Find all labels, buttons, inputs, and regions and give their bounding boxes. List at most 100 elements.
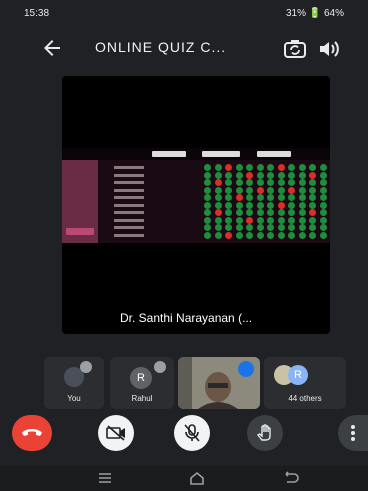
shared-cell-mark [288,164,295,171]
shared-cell-mark [204,216,211,224]
shared-cell-mark [256,201,264,209]
participant-label: Rahul [131,394,153,403]
avatar: R [288,365,308,385]
participant-tile-others[interactable]: R 44 others [264,357,346,409]
back-button[interactable] [40,36,64,60]
shared-table-row [104,216,330,224]
shared-cell-mark [309,216,316,224]
nav-home-button[interactable] [188,470,206,486]
shared-cell-mark [214,179,222,186]
flip-camera-icon [284,40,306,58]
mic-toggle-button[interactable] [174,415,210,451]
shared-cell-mark [309,179,316,186]
shared-cell-mark [235,231,243,239]
shared-cell-mark [235,171,243,179]
shared-cell-mark [309,186,316,194]
shared-cell-mark [214,209,222,216]
shared-cell-mark [225,194,232,201]
audio-output-button[interactable] [317,38,341,60]
shared-cell-mark [256,164,264,171]
shared-cell-mark [277,171,285,179]
shared-cell-mark [319,201,327,209]
shared-cell-mark [298,216,306,224]
shared-row-name [114,218,144,222]
camera-toggle-button[interactable] [98,415,134,451]
shared-table-row [104,194,330,201]
shared-cell-mark [319,194,327,201]
shared-cell-mark [298,231,306,239]
shared-cell-mark [225,186,232,194]
shared-cell-mark [235,194,243,201]
status-time: 15:38 [24,7,50,19]
participant-tile-rahul[interactable]: R Rahul [110,357,174,409]
shared-cell-mark [319,179,327,186]
shared-cell-mark [225,179,232,186]
flip-camera-button[interactable] [283,38,307,60]
shared-cell-mark [298,201,306,209]
arrow-left-icon [44,40,60,56]
mic-off-icon [80,361,92,373]
shared-cell-mark [288,209,295,216]
shared-cell-mark [309,194,316,201]
shared-cell-mark [277,224,285,231]
shared-cell-mark [246,164,253,171]
shared-cell-mark [214,201,222,209]
shared-cell-mark [267,224,274,231]
shared-cell-mark [298,171,306,179]
shared-cell-mark [288,186,295,194]
status-right: 31% 🔋 64% [286,8,344,19]
raise-hand-icon [256,424,271,441]
speaker-icon [320,41,339,57]
shared-field [257,151,291,157]
shared-cell-mark [235,216,243,224]
shared-cell-mark [204,164,211,171]
status-left: 15:38 [24,8,49,19]
raise-hand-button[interactable] [247,415,283,451]
shared-cell-mark [309,171,316,179]
mic-off-icon [154,361,166,373]
nav-back-button[interactable] [282,470,300,486]
shared-table-row [104,164,330,171]
more-options-button[interactable] [338,415,368,451]
shared-cell-mark [214,171,222,179]
avatar-initial: R [137,372,145,384]
meeting-title[interactable]: ONLINE QUIZ C... [95,39,275,55]
shared-cell-mark [267,194,274,201]
main-stage[interactable]: Dr. Santhi Narayanan (... [62,76,330,334]
nav-menu-button[interactable] [96,470,114,486]
shared-cell-mark [288,194,295,201]
control-bar [0,410,368,454]
shared-row-name [114,166,144,169]
shared-cell-mark [277,216,285,224]
shared-cell-mark [225,216,232,224]
shared-cell-mark [288,179,295,186]
shared-cell-mark [235,164,243,171]
participant-tile-video[interactable] [178,357,260,409]
shared-row-name [114,196,144,199]
shared-row-name [114,181,144,184]
shared-cell-mark [277,179,285,186]
shared-cell-mark [246,186,253,194]
shared-cell-mark [225,171,232,179]
shared-cell-mark [204,231,211,239]
shared-cell-mark [214,186,222,194]
shared-cell-mark [225,209,232,216]
shared-row-name [114,188,144,192]
shared-cell-mark [288,231,295,239]
participant-label: 44 others [288,394,322,403]
shared-cell-mark [288,224,295,231]
shared-cell-mark [309,209,316,216]
shared-table-row [104,186,330,194]
participant-tile-you[interactable]: You [44,357,104,409]
more-vertical-icon [351,425,355,441]
shared-cell-mark [298,186,306,194]
shared-cell-mark [204,171,211,179]
shared-table-row [104,171,330,179]
shared-cell-mark [298,224,306,231]
home-icon [190,471,204,485]
speaking-indicator-icon [238,361,254,377]
mic-off-icon [184,424,200,442]
shared-cell-mark [298,194,306,201]
shared-cell-mark [214,216,222,224]
end-call-button[interactable] [12,415,52,451]
